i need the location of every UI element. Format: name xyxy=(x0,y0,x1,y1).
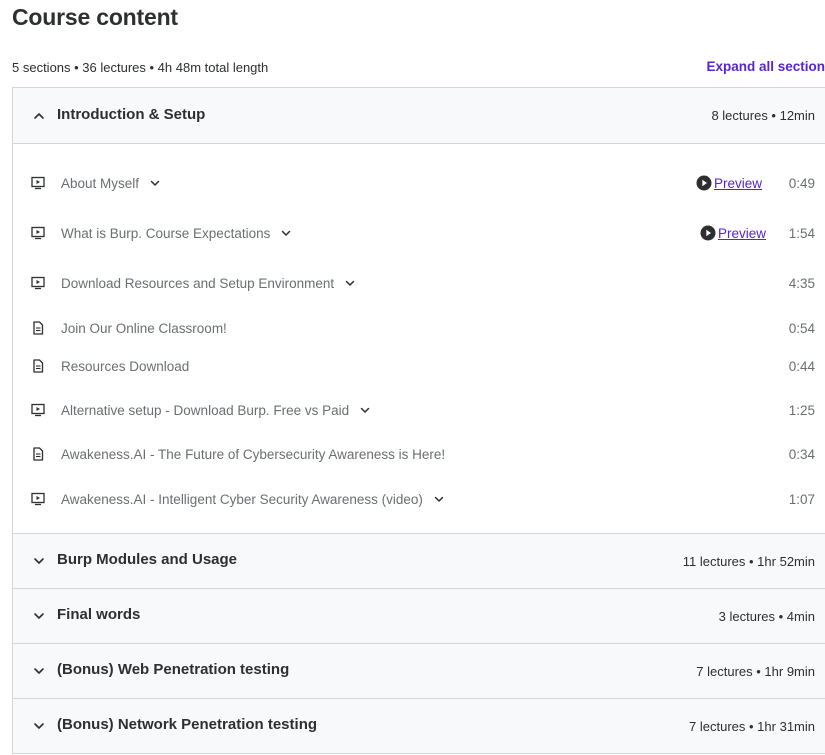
play-icon xyxy=(700,225,716,241)
lecture-title-text: Awakeness.AI - Intelligent Cyber Securit… xyxy=(61,492,423,507)
lecture-duration: 0:44 xyxy=(788,359,815,374)
lecture-duration: 4:35 xyxy=(788,276,815,291)
lecture-duration: 1:25 xyxy=(788,403,815,418)
lecture-duration: 0:49 xyxy=(788,176,815,191)
lecture-duration: 0:34 xyxy=(788,447,815,462)
lecture-item: Alternative setup - Download Burp. Free … xyxy=(13,399,825,423)
lecture-title[interactable]: About Myself xyxy=(61,176,161,191)
lecture-item: Resources Download 0:44 xyxy=(13,355,825,379)
file-icon xyxy=(31,447,45,461)
lecture-item: Join Our Online Classroom! 0:54 xyxy=(13,317,825,341)
section-header-network-pentest[interactable]: (Bonus) Network Penetration testing 7 le… xyxy=(13,699,825,754)
preview-label: Preview xyxy=(714,176,763,192)
section-header-introduction[interactable]: Introduction & Setup 8 lectures • 12min xyxy=(13,88,825,144)
section-meta: 11 lectures • 1hr 52min xyxy=(682,554,815,569)
chevron-down-icon[interactable] xyxy=(149,177,161,189)
course-summary-row: 5 sections • 36 lectures • 4h 48m total … xyxy=(12,59,825,77)
chevron-down-icon[interactable] xyxy=(280,227,292,239)
video-icon xyxy=(31,403,45,417)
lecture-item: Awakeness.AI - The Future of Cybersecuri… xyxy=(13,443,825,467)
play-icon xyxy=(696,175,712,191)
video-icon xyxy=(31,176,45,190)
chevron-down-icon[interactable] xyxy=(359,404,371,416)
lecture-title-text: Awakeness.AI - The Future of Cybersecuri… xyxy=(61,447,446,462)
lecture-title[interactable]: Awakeness.AI - The Future of Cybersecuri… xyxy=(61,447,445,462)
lecture-title[interactable]: Download Resources and Setup Environment xyxy=(61,276,356,291)
lecture-title[interactable]: Resources Download xyxy=(61,359,189,374)
section-title: Final words xyxy=(57,606,141,623)
lecture-list: About Myself Preview 0:49 What is Burp. … xyxy=(13,144,825,534)
lecture-title-text: Join Our Online Classroom! xyxy=(61,321,227,336)
lecture-title-text: About Myself xyxy=(61,176,140,191)
section-title: (Bonus) Web Penetration testing xyxy=(57,661,290,678)
file-icon xyxy=(31,321,45,335)
lecture-item: What is Burp. Course Expectations Previe… xyxy=(13,222,825,246)
lecture-title-text: What is Burp. Course Expectations xyxy=(61,226,271,241)
lecture-item: Awakeness.AI - Intelligent Cyber Securit… xyxy=(13,488,825,512)
lecture-title[interactable]: Awakeness.AI - Intelligent Cyber Securit… xyxy=(61,492,445,507)
chevron-up-icon xyxy=(33,110,45,122)
chevron-down-icon xyxy=(33,720,45,732)
chevron-down-icon xyxy=(33,665,45,677)
chevron-down-icon[interactable] xyxy=(433,493,445,505)
preview-link[interactable]: Preview xyxy=(696,175,762,193)
lecture-title-text: Resources Download xyxy=(61,359,190,374)
preview-label: Preview xyxy=(718,226,767,242)
lecture-duration: 0:54 xyxy=(788,321,815,336)
course-summary: 5 sections • 36 lectures • 4h 48m total … xyxy=(12,60,269,75)
file-icon xyxy=(31,359,45,373)
expand-all-sections-button[interactable]: Expand all section xyxy=(706,59,825,74)
chevron-down-icon[interactable] xyxy=(344,277,356,289)
lecture-title[interactable]: What is Burp. Course Expectations xyxy=(61,226,292,241)
video-icon xyxy=(31,276,45,290)
section-title: Introduction & Setup xyxy=(57,106,206,123)
section-title: (Bonus) Network Penetration testing xyxy=(57,716,318,733)
lecture-item: Download Resources and Setup Environment… xyxy=(13,272,825,296)
lecture-title-text: Download Resources and Setup Environment xyxy=(61,276,335,291)
video-icon xyxy=(31,492,45,506)
preview-link[interactable]: Preview xyxy=(700,225,766,243)
section-meta: 3 lectures • 4min xyxy=(718,609,815,624)
lecture-title-text: Alternative setup - Download Burp. Free … xyxy=(61,403,350,418)
lecture-duration: 1:07 xyxy=(788,492,815,507)
chevron-down-icon xyxy=(33,610,45,622)
curriculum: Introduction & Setup 8 lectures • 12min … xyxy=(12,87,825,754)
section-meta: 7 lectures • 1hr 9min xyxy=(696,664,815,679)
section-header-burp-modules[interactable]: Burp Modules and Usage 11 lectures • 1hr… xyxy=(13,534,825,589)
section-meta: 7 lectures • 1hr 31min xyxy=(689,719,815,734)
lecture-title[interactable]: Join Our Online Classroom! xyxy=(61,321,227,336)
lecture-item: About Myself Preview 0:49 xyxy=(13,172,825,196)
section-title: Burp Modules and Usage xyxy=(57,551,238,568)
page-title: Course content xyxy=(12,4,178,30)
lecture-duration: 1:54 xyxy=(788,226,815,241)
section-header-web-pentest[interactable]: (Bonus) Web Penetration testing 7 lectur… xyxy=(13,644,825,699)
chevron-down-icon xyxy=(33,555,45,567)
section-header-final-words[interactable]: Final words 3 lectures • 4min xyxy=(13,589,825,644)
lecture-title[interactable]: Alternative setup - Download Burp. Free … xyxy=(61,403,371,418)
section-meta: 8 lectures • 12min xyxy=(711,108,815,123)
video-icon xyxy=(31,226,45,240)
